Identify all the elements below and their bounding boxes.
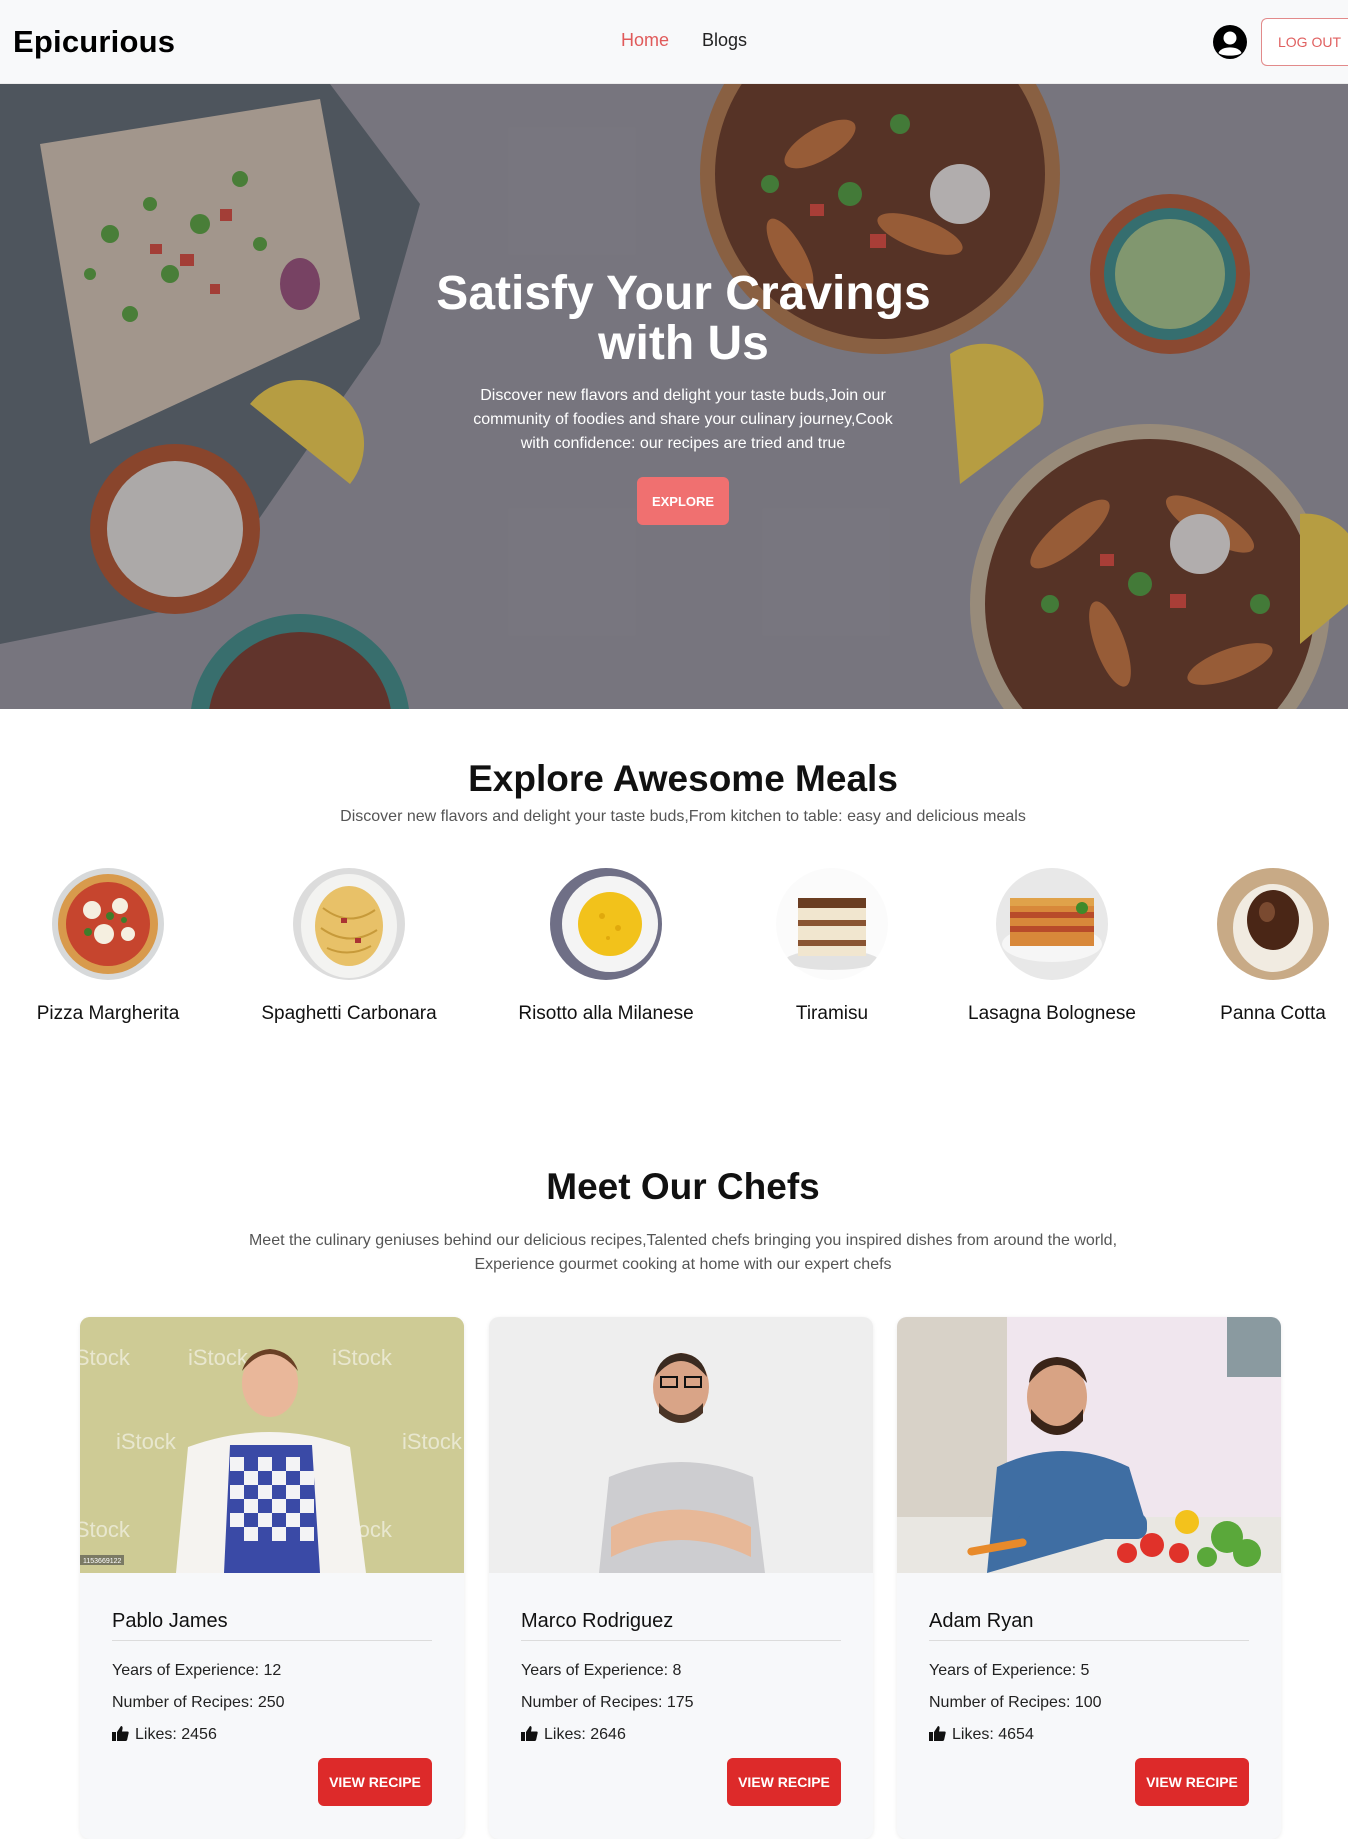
meal-name: Panna Cotta	[1220, 1003, 1326, 1024]
meal-card-lasagna[interactable]: Lasagna Bolognese	[962, 868, 1142, 1028]
istock-watermark: iStock	[332, 1345, 393, 1370]
meals-section-subtitle: Discover new flavors and delight your ta…	[340, 808, 1026, 825]
meal-image-risotto	[550, 868, 662, 980]
chef-likes-row: Likes: 2456	[112, 1726, 217, 1744]
hero-title: Satisfy Your Cravings with Us	[436, 267, 931, 370]
hero-subtitle: Discover new flavors and delight your ta…	[473, 387, 893, 452]
chef-likes: Likes: 2646	[544, 1726, 626, 1743]
chef-likes: Likes: 4654	[952, 1726, 1034, 1743]
meal-name: Risotto alla Milanese	[518, 1003, 694, 1024]
meal-card-panna-cotta[interactable]: Panna Cotta	[1183, 868, 1348, 1028]
meal-image-pizza	[52, 868, 164, 980]
chef-photo	[489, 1317, 873, 1573]
meal-name: Lasagna Bolognese	[968, 1003, 1136, 1024]
chefs-section-subtitle: Meet the culinary geniuses behind our de…	[248, 1232, 1118, 1273]
chef-card-pablo: iStock iStock iStock iStock iStock iStoc…	[80, 1317, 464, 1839]
nav-links: Home Blogs	[621, 30, 747, 51]
brand-logo[interactable]: Epicurious	[13, 24, 175, 60]
istock-watermark: iStock	[80, 1345, 131, 1370]
chef-likes-row: Likes: 2646	[521, 1726, 626, 1744]
chef-experience: Years of Experience: 12	[112, 1662, 282, 1679]
thumbs-up-icon	[112, 1726, 129, 1741]
chef-recipes: Number of Recipes: 175	[521, 1694, 694, 1711]
card-divider	[112, 1640, 432, 1641]
card-divider	[929, 1640, 1249, 1641]
istock-watermark: iStock	[188, 1345, 249, 1370]
meal-card-risotto[interactable]: Risotto alla Milanese	[516, 868, 696, 1028]
istock-watermark: iStock	[80, 1517, 131, 1542]
meal-card-tiramisu[interactable]: Tiramisu	[742, 868, 922, 1028]
nav-link-home[interactable]: Home	[621, 30, 669, 51]
thumbs-up-icon	[521, 1726, 538, 1741]
user-circle-icon[interactable]	[1212, 24, 1248, 60]
chef-experience: Years of Experience: 5	[929, 1662, 1090, 1679]
chef-likes-row: Likes: 4654	[929, 1726, 1034, 1744]
chef-experience: Years of Experience: 8	[521, 1662, 682, 1679]
view-recipe-button[interactable]: VIEW RECIPE	[1135, 1758, 1249, 1806]
card-divider	[521, 1640, 841, 1641]
chef-name: Pablo James	[112, 1610, 228, 1632]
explore-button[interactable]: EXPLORE	[637, 477, 729, 525]
meals-section-title: Explore Awesome Meals	[468, 758, 898, 799]
chef-card-marco: Marco Rodriguez Years of Experience: 8 N…	[489, 1317, 873, 1839]
chefs-section-title: Meet Our Chefs	[546, 1166, 820, 1207]
meal-image-lasagna	[996, 868, 1108, 980]
meal-image-panna-cotta	[1217, 868, 1329, 980]
thumbs-up-icon	[929, 1726, 946, 1741]
chef-photo: iStock iStock iStock iStock iStock iStoc…	[80, 1317, 464, 1573]
nav-link-blogs[interactable]: Blogs	[702, 30, 747, 51]
chef-name: Marco Rodriguez	[521, 1610, 674, 1632]
meal-name: Tiramisu	[795, 1003, 869, 1024]
chef-name: Adam Ryan	[929, 1610, 1034, 1632]
meal-card-spaghetti[interactable]: Spaghetti Carbonara	[259, 868, 439, 1028]
view-recipe-button[interactable]: VIEW RECIPE	[727, 1758, 841, 1806]
hero-banner: Satisfy Your Cravings with Us Discover n…	[0, 84, 1348, 709]
chef-likes: Likes: 2456	[135, 1726, 217, 1743]
view-recipe-button[interactable]: VIEW RECIPE	[318, 1758, 432, 1806]
top-navbar: Epicurious Home Blogs LOG OUT	[0, 0, 1348, 84]
meal-name: Pizza Margherita	[36, 1003, 180, 1024]
photo-id-label: 1153669122	[83, 1558, 122, 1565]
meal-name: Spaghetti Carbonara	[261, 1003, 437, 1024]
meal-card-pizza[interactable]: Pizza Margherita	[18, 868, 198, 1028]
istock-watermark: iStock	[116, 1429, 177, 1454]
meal-image-tiramisu	[776, 868, 888, 980]
chef-recipes: Number of Recipes: 250	[112, 1694, 285, 1711]
istock-watermark: iStock	[402, 1429, 463, 1454]
chef-photo	[897, 1317, 1281, 1573]
logout-button[interactable]: LOG OUT	[1261, 18, 1348, 66]
meal-image-spaghetti	[293, 868, 405, 980]
chef-card-adam: Adam Ryan Years of Experience: 5 Number …	[897, 1317, 1281, 1839]
chef-recipes: Number of Recipes: 100	[929, 1694, 1102, 1711]
